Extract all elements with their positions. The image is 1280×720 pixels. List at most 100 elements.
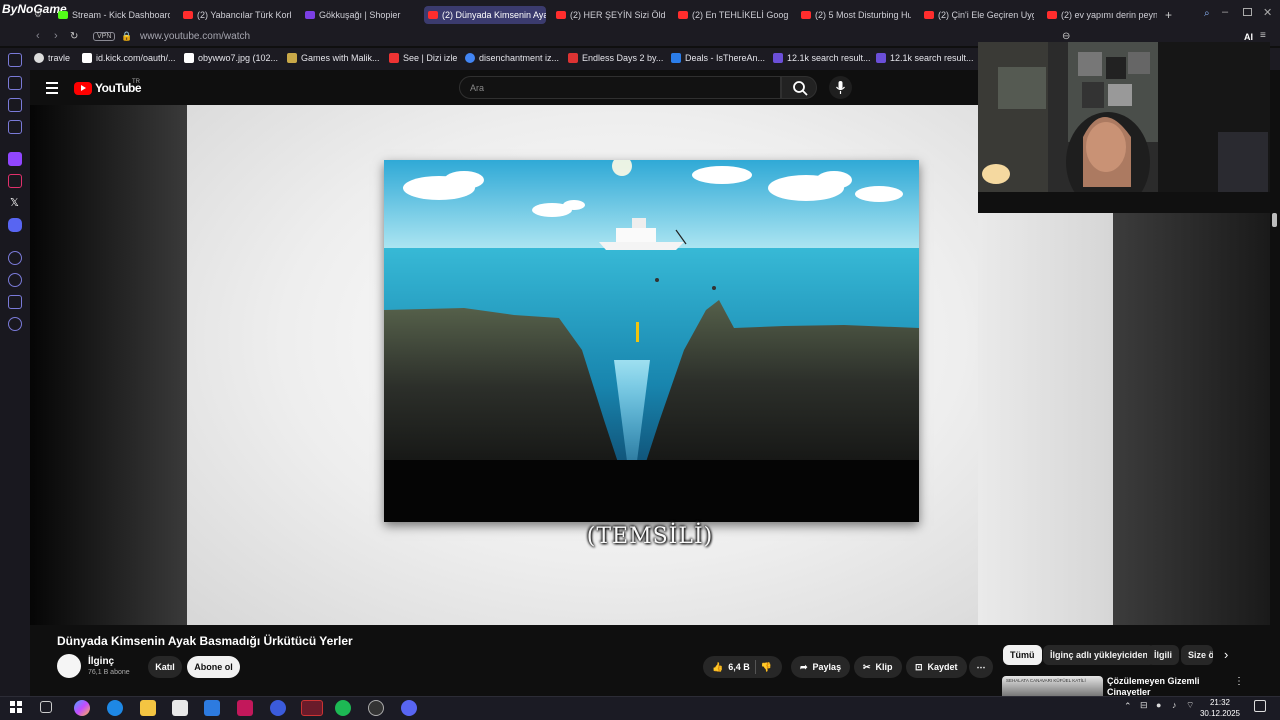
tab-youtube-7[interactable]: (2) ev yapımı derin peyn (1047, 6, 1157, 24)
recommendation-thumbnail[interactable]: SEHALATA CANAVARI KÜFÜEL KATİLİ (1002, 676, 1103, 696)
reload-icon[interactable]: ↻ (70, 31, 78, 42)
tab-youtube-1[interactable]: (2) Yabancılar Türk Kork (183, 6, 291, 24)
history-icon[interactable] (8, 273, 22, 287)
subscribe-button[interactable]: Abone ol (187, 656, 240, 678)
hamburger-menu-icon[interactable] (46, 82, 58, 97)
twitch-icon[interactable] (8, 152, 22, 166)
bookmark-games-malik[interactable]: Games with Malik... (287, 53, 380, 63)
taskbar-clock[interactable]: 21:32 30.12.2025 (1196, 697, 1244, 719)
copilot-icon[interactable] (74, 700, 90, 716)
page-scrollbar[interactable] (1272, 213, 1277, 227)
tab-youtube-3[interactable]: (2) HER ŞEYİN Sizi Öldür (556, 6, 666, 24)
mail-icon[interactable] (204, 700, 220, 716)
search-input[interactable]: Ara (459, 76, 781, 99)
dislike-icon[interactable]: 👎 (761, 662, 772, 673)
join-button[interactable]: Katıl (148, 656, 182, 678)
recommendation-title[interactable]: Çözülemeyen Gizemli Cinayetler (1107, 676, 1227, 696)
tray-chevron-up-icon[interactable]: ⌃ (1124, 701, 1132, 712)
bookmark-jpg[interactable]: obywwo7.jpg (102... (184, 53, 278, 63)
close-window-icon[interactable]: ✕ (1263, 6, 1272, 19)
sidebar-bag-icon[interactable] (8, 76, 22, 90)
vpn-badge[interactable]: VPN (93, 32, 116, 41)
obs-icon[interactable] (368, 700, 384, 716)
file-explorer-icon[interactable] (140, 700, 156, 716)
share-button[interactable]: ➦ Paylaş (791, 656, 851, 678)
player-right-shade (1113, 213, 1270, 625)
chip-uploader[interactable]: İlginç adlı yükleyiciden (1043, 645, 1156, 665)
recommendation-more-icon[interactable]: ⋮ (1234, 676, 1244, 687)
bookmark-travle[interactable]: travle (34, 53, 70, 63)
video-title: Dünyada Kimsenin Ayak Basmadığı Ürkütücü… (57, 634, 353, 648)
tray-wifi-icon[interactable]: ⌔ (1186, 700, 1194, 711)
store-icon[interactable] (172, 700, 188, 716)
chip-related[interactable]: İlgili (1147, 645, 1179, 665)
ai-button[interactable]: AI (1244, 32, 1253, 42)
save-button[interactable]: ⊡ Kaydet (906, 656, 967, 678)
url-field[interactable]: www.youtube.com/watch (140, 31, 250, 42)
bookmark-deals[interactable]: Deals - IsThereAn... (671, 53, 765, 63)
bookmark-dizi[interactable]: See | Dizi izle (389, 53, 457, 63)
tray-mic-icon[interactable]: ● (1156, 700, 1161, 710)
clock-time: 21:32 (1209, 698, 1231, 707)
task-view-icon[interactable] (40, 701, 52, 713)
edge-icon[interactable] (107, 700, 123, 716)
youtube-icon (924, 11, 934, 19)
tab-shopier[interactable]: Gökkuşağı | Shopier (305, 6, 405, 24)
tab-youtube-4[interactable]: (2) En TEHLİKELİ Google (678, 6, 788, 24)
sidebar-m-icon[interactable] (8, 120, 22, 134)
extensions-icon[interactable] (8, 295, 22, 309)
app-blue-icon[interactable] (270, 700, 286, 716)
subscriber-count: 76,1 B abone (88, 669, 130, 676)
minimize-icon[interactable]: – (1222, 6, 1228, 18)
zoom-icon[interactable]: ⊖ (1062, 31, 1070, 42)
bookmark-search-results-2[interactable]: 12.1k search result... (876, 53, 974, 63)
back-icon[interactable]: ‹ (36, 30, 40, 42)
new-tab-icon[interactable]: + (1165, 8, 1172, 22)
channel-name[interactable]: İlginç (88, 656, 114, 667)
x-twitter-icon[interactable]: 𝕏 (10, 196, 19, 209)
menu-icon[interactable]: ≡ (1260, 30, 1266, 41)
maximize-icon[interactable] (1243, 8, 1252, 16)
play-icon (389, 53, 399, 63)
windows-start-icon[interactable] (10, 701, 22, 713)
like-icon[interactable]: 👍 (712, 662, 723, 673)
tab-youtube-5[interactable]: (2) 5 Most Disturbing Hu (801, 6, 911, 24)
forward-icon[interactable]: › (54, 30, 58, 42)
app-icon[interactable] (237, 700, 253, 716)
tray-network-icon[interactable]: ⊟ (1140, 700, 1148, 711)
browser-menu-icon[interactable]: ⚙ (34, 9, 46, 19)
rocket-icon (671, 53, 681, 63)
like-dislike-group[interactable]: 👍 6,4 B 👎 (703, 656, 782, 678)
bookmark-endless-days[interactable]: Endless Days 2 by... (568, 53, 663, 63)
bookmark-disenchantment[interactable]: disenchantment iz... (465, 53, 559, 63)
chip-all[interactable]: Tümü (1003, 645, 1042, 665)
shopier-icon (305, 11, 315, 19)
youtube-logo[interactable]: YouTube (74, 81, 142, 95)
bookmark-search-results-1[interactable]: 12.1k search result... (773, 53, 871, 63)
divider (754, 660, 756, 674)
more-actions-icon[interactable]: ⋯ (969, 656, 993, 678)
notifications-icon[interactable] (1254, 700, 1266, 712)
sidebar-reload-icon[interactable] (8, 53, 22, 67)
tray-volume-icon[interactable]: ♪ (1172, 700, 1177, 710)
settings-icon[interactable] (8, 317, 22, 331)
clip-button[interactable]: ✂ Klip (854, 656, 902, 678)
discord-taskbar-icon[interactable] (401, 700, 417, 716)
tab-youtube-active[interactable]: (2) Dünyada Kimsenin Aya (424, 6, 546, 24)
channel-avatar[interactable] (57, 654, 81, 678)
sidebar-game-icon[interactable] (8, 98, 22, 112)
chevron-right-icon[interactable]: › (1224, 647, 1228, 662)
voice-search-button[interactable] (829, 76, 852, 99)
discord-icon[interactable] (8, 218, 22, 232)
instagram-icon[interactable] (8, 174, 22, 188)
bookmark-kick-oauth[interactable]: id.kick.com/oauth/... (82, 53, 176, 63)
opera-gx-icon[interactable] (301, 700, 323, 716)
tab-kick-dashboard[interactable]: Stream - Kick Dashboard (58, 6, 170, 24)
spotify-icon[interactable] (335, 700, 351, 716)
tab-youtube-6[interactable]: (2) Çin'i Ele Geçiren Uyg (924, 6, 1034, 24)
sidebar-player-icon[interactable] (8, 251, 22, 265)
search-button[interactable] (781, 76, 817, 99)
chip-for-you[interactable]: Size ö (1181, 645, 1213, 665)
search-tabs-icon[interactable]: ⌕ (1204, 8, 1210, 19)
clock-date: 30.12.2025 (1199, 709, 1241, 718)
